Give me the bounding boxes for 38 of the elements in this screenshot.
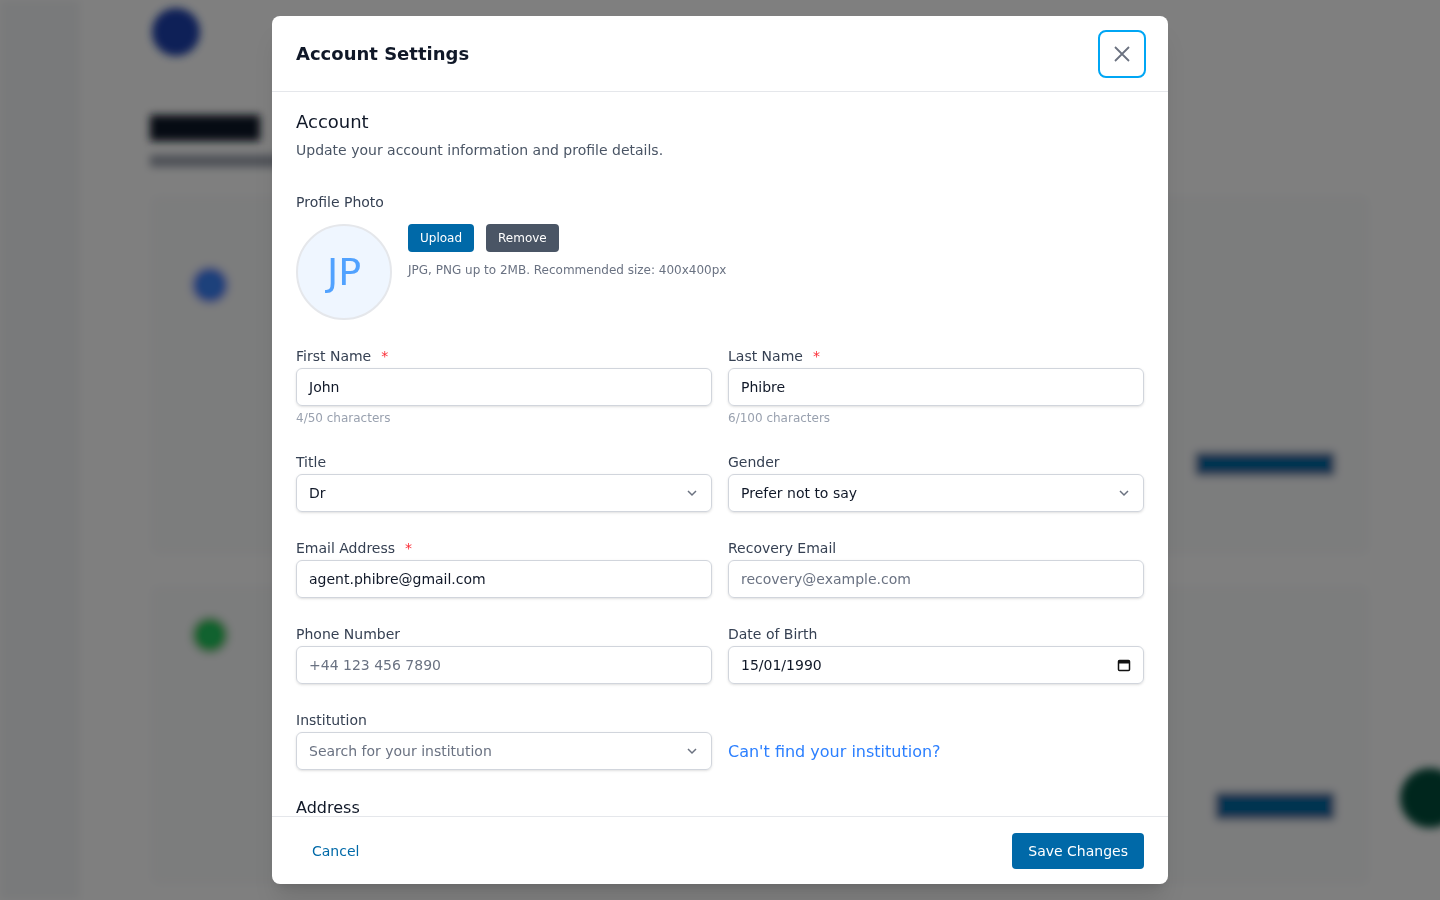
field-label: Gender [728, 453, 780, 472]
field-label: Profile Photo [296, 193, 385, 212]
remove-button[interactable]: Remove [486, 224, 559, 252]
required-mark: * [405, 539, 413, 558]
upload-button[interactable]: Upload [408, 224, 475, 252]
cancel-button[interactable]: Cancel [296, 832, 376, 869]
field-label: Phone Number [296, 625, 401, 644]
section-title: Account [296, 110, 370, 134]
close-icon [1113, 44, 1131, 63]
input-field[interactable]: +44 123 456 7890 [296, 646, 712, 684]
input-field[interactable]: agent.phibre@gmail.com [296, 560, 712, 598]
dialog-title: Account Settings [296, 41, 470, 66]
section-title: Address [296, 797, 361, 816]
field-label: Institution [296, 711, 367, 730]
field-label: Date of Birth [728, 625, 818, 644]
field-label: First Name [296, 347, 372, 366]
field-label: Last Name [728, 347, 803, 366]
required-mark: * [812, 347, 820, 366]
field-label: Title [296, 453, 326, 472]
input-field[interactable]: Phibre [728, 368, 1144, 406]
calendar-icon[interactable] [1117, 658, 1131, 672]
save-button[interactable]: Save Changes [1012, 832, 1144, 869]
field-label: Email Address [296, 539, 396, 558]
section-subtitle: Update your account information and profile details. [296, 141, 665, 160]
input-field[interactable]: John [296, 368, 712, 406]
select-field[interactable]: Prefer not to say [728, 474, 1144, 512]
select-field[interactable]: Dr [296, 474, 712, 512]
input-field[interactable]: recovery@example.com [728, 560, 1144, 598]
date-field[interactable]: 15/01/1990 [728, 646, 1144, 684]
character-count: 6/100 characters [728, 410, 832, 426]
help-link[interactable]: Can't find your institution? [728, 740, 1144, 764]
required-mark: * [381, 347, 389, 366]
character-count: 4/50 characters [296, 410, 392, 426]
close-button[interactable] [1098, 29, 1146, 78]
select-field[interactable]: Search for your institution [296, 732, 712, 770]
field-label: Recovery Email [728, 539, 837, 558]
avatar: JP [296, 224, 392, 320]
hint-text: JPG, PNG up to 2MB. Recommended size: 400x400px [408, 262, 727, 278]
